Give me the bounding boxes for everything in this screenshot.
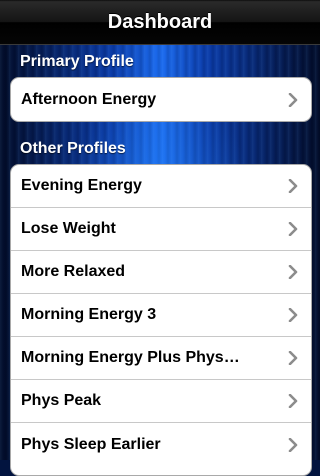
profile-row-lose-weight[interactable]: Lose Weight bbox=[11, 208, 311, 251]
chevron-right-icon bbox=[285, 264, 301, 280]
profile-label: Morning Energy 3 bbox=[21, 306, 157, 323]
profile-label: Afternoon Energy bbox=[21, 90, 157, 108]
chevron-right-icon bbox=[285, 307, 301, 323]
profile-row-evening-energy[interactable]: Evening Energy bbox=[11, 165, 311, 208]
profile-label: Phys Peak bbox=[21, 392, 102, 409]
profile-label: Lose Weight bbox=[21, 220, 116, 237]
profile-label: Phys Sleep Earlier bbox=[21, 435, 161, 453]
profile-row-morning-energy-3[interactable]: Morning Energy 3 bbox=[11, 294, 311, 337]
chevron-right-icon bbox=[285, 92, 301, 108]
chevron-right-icon bbox=[285, 178, 301, 194]
chevron-right-icon bbox=[285, 350, 301, 366]
profile-label: Morning Energy Plus Phys… bbox=[21, 349, 240, 366]
profile-label: Evening Energy bbox=[21, 177, 142, 194]
chevron-right-icon bbox=[285, 437, 301, 453]
nav-bar: Dashboard bbox=[0, 0, 320, 45]
chevron-right-icon bbox=[285, 221, 301, 237]
other-profiles-header: Other Profiles bbox=[20, 140, 126, 157]
profile-row-morning-energy-plus-phys[interactable]: Morning Energy Plus Phys… bbox=[11, 337, 311, 380]
profile-label: More Relaxed bbox=[21, 263, 126, 280]
page-title: Dashboard bbox=[107, 10, 213, 33]
other-profiles-group: Evening Energy Lose Weight More Relaxed … bbox=[10, 164, 312, 476]
primary-profile-group: Afternoon Energy bbox=[10, 77, 312, 122]
chevron-right-icon bbox=[285, 393, 301, 409]
profile-row-phys-peak[interactable]: Phys Peak bbox=[11, 380, 311, 423]
profile-row-more-relaxed[interactable]: More Relaxed bbox=[11, 251, 311, 294]
primary-profile-header: Primary Profile bbox=[20, 53, 134, 70]
profile-row-afternoon-energy[interactable]: Afternoon Energy bbox=[11, 78, 311, 121]
